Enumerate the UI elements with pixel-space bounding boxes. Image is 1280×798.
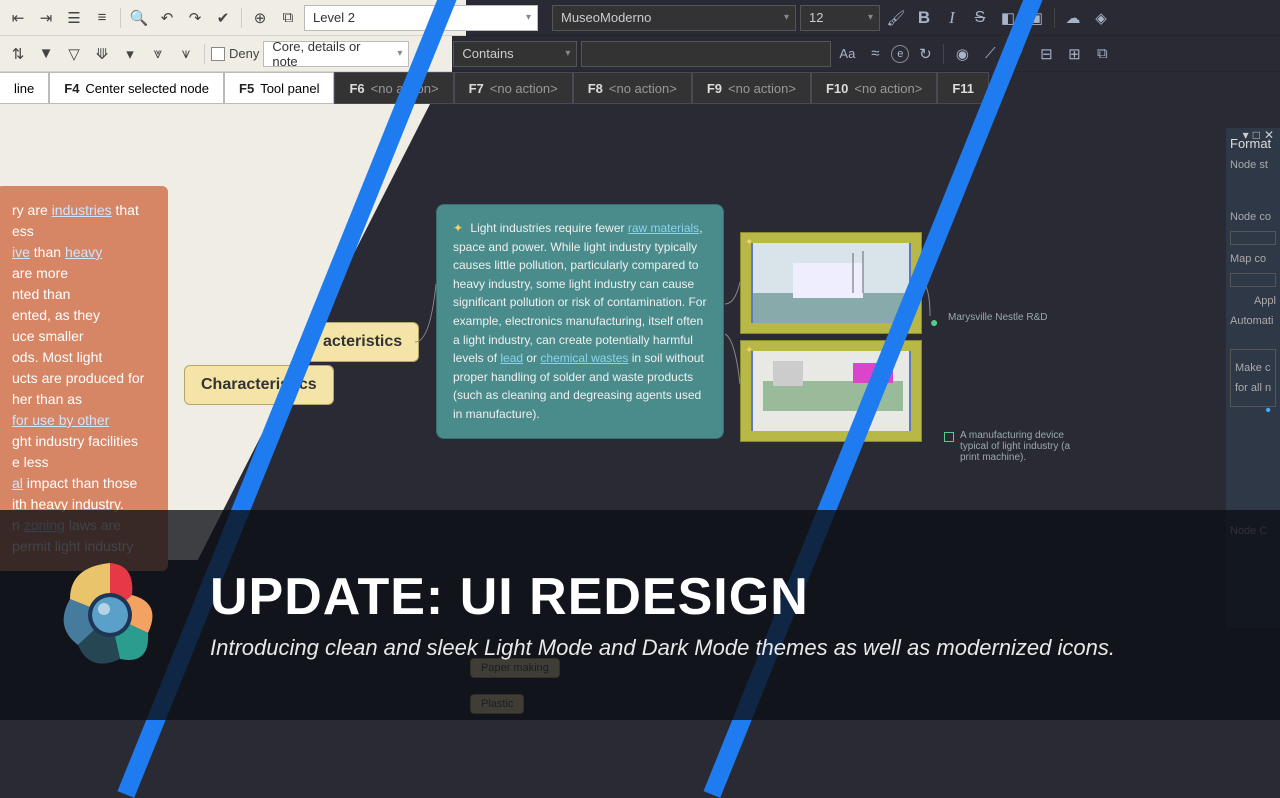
case-aa-icon[interactable]: Aa (835, 42, 859, 66)
filter-e-icon[interactable]: ⩔ (146, 42, 170, 66)
link-for-use[interactable]: for use by other (12, 412, 109, 428)
filter-value-input[interactable] (581, 41, 831, 67)
cloud-shape-icon[interactable]: ◈ (1089, 6, 1113, 30)
node-characteristics-light[interactable]: Characteristics (184, 365, 334, 405)
link-raw-materials[interactable]: raw materials (628, 221, 699, 235)
deny-checkbox[interactable] (211, 47, 225, 61)
approx-icon[interactable]: ≈ (863, 42, 887, 66)
node-shape-icon[interactable]: ◉ (950, 42, 974, 66)
sort-icon[interactable]: ⇅ (6, 42, 30, 66)
bold-icon[interactable]: B (912, 6, 936, 30)
filter-f-icon[interactable]: ⩛ (174, 42, 198, 66)
filter-d-icon[interactable]: ▾ (118, 42, 142, 66)
star-icon: ✦ (453, 221, 463, 235)
banner-title: UPDATE: UI REDESIGN (210, 567, 1115, 627)
panel-max-icon[interactable]: □ (1253, 128, 1260, 142)
outdent-icon[interactable]: ⇤ (6, 6, 30, 30)
filter-a-icon[interactable]: ▼ (34, 42, 58, 66)
star-icon: ✦ (745, 345, 753, 356)
dot-icon: • (1265, 402, 1271, 420)
fkey-f9[interactable]: F9<no action> (692, 72, 811, 104)
deny-label: Deny (229, 46, 259, 61)
caption-1: Marysville Nestle R&D (948, 312, 1047, 323)
app-logo (50, 555, 170, 675)
clone-node-icon[interactable]: ⧉ (276, 6, 300, 30)
add-node-icon[interactable]: ⊕ (248, 6, 272, 30)
panel-close-icon[interactable]: ✕ (1264, 128, 1274, 142)
link-chemical[interactable]: chemical wastes (540, 351, 628, 365)
indent-icon[interactable]: ⇥ (34, 6, 58, 30)
fkey-f7[interactable]: F7<no action> (454, 72, 573, 104)
filter-c-icon[interactable]: ⟱ (90, 42, 114, 66)
link-ive[interactable]: ive (12, 244, 30, 260)
announcement-banner: UPDATE: UI REDESIGN Introducing clean an… (0, 510, 1280, 720)
map-color-input[interactable] (1230, 273, 1276, 287)
star-icon: ✦ (745, 237, 753, 248)
node-detail-teal[interactable]: ✦ Light industries require fewer raw mat… (436, 204, 724, 439)
undo-arrow-icon[interactable]: ↶ (155, 6, 179, 30)
tree-icon[interactable]: ⊟ (1034, 42, 1058, 66)
banner-subtitle: Introducing clean and sleek Light Mode a… (210, 633, 1115, 663)
italic-icon[interactable]: I (940, 6, 964, 30)
condition-dropdown[interactable]: Contains (453, 41, 577, 67)
refresh-icon[interactable]: ↻ (913, 42, 937, 66)
caption-2: A manufacturing device typical of light … (960, 430, 1090, 463)
panel-min-icon[interactable]: ▾ (1243, 128, 1249, 142)
fkey-f4[interactable]: F4Center selected node (49, 72, 224, 104)
strikethrough-icon[interactable]: S (968, 6, 992, 30)
fkey-f6[interactable]: F6<no action> (334, 72, 453, 104)
list-number-icon[interactable]: ≡ (90, 6, 114, 30)
font-family-dropdown[interactable]: MuseoModerno (552, 5, 796, 31)
image-placeholder-1 (751, 243, 911, 323)
bullet-icon: ● (930, 314, 938, 330)
collapse-icon[interactable]: ⊞ (1062, 42, 1086, 66)
link-icon[interactable]: ⧉ (1090, 42, 1114, 66)
node-color-input[interactable] (1230, 231, 1276, 245)
search-icon[interactable]: 🔍 (127, 6, 151, 30)
fkey-f3[interactable]: line (0, 72, 49, 104)
link-industries[interactable]: industries (52, 202, 112, 218)
apply-button[interactable]: Appl (1230, 295, 1276, 307)
regex-e-icon[interactable]: e (891, 45, 909, 63)
fkey-f11[interactable]: F11 (937, 72, 989, 104)
style-level-dropdown[interactable]: Level 2 (304, 5, 538, 31)
format-paint-icon[interactable]: 🖌 (884, 6, 908, 30)
check-icon[interactable]: ✔ (211, 6, 235, 30)
cloud-icon[interactable]: ☁ (1061, 6, 1085, 30)
bullet-square-icon (944, 432, 954, 442)
fkey-f8[interactable]: F8<no action> (573, 72, 692, 104)
fkey-f5[interactable]: F5Tool panel (224, 72, 334, 104)
link-heavy[interactable]: heavy (65, 244, 102, 260)
link-lead[interactable]: lead (500, 351, 523, 365)
font-size-dropdown[interactable]: 12 (800, 5, 880, 31)
redo-arrow-icon[interactable]: ↷ (183, 6, 207, 30)
list-bullet-icon[interactable]: ☰ (62, 6, 86, 30)
fkey-f10[interactable]: F10<no action> (811, 72, 937, 104)
filter-b-icon[interactable]: ▽ (62, 42, 86, 66)
link-al[interactable]: al (12, 475, 23, 491)
filter-field-dropdown[interactable]: Core, details or note (263, 41, 409, 67)
